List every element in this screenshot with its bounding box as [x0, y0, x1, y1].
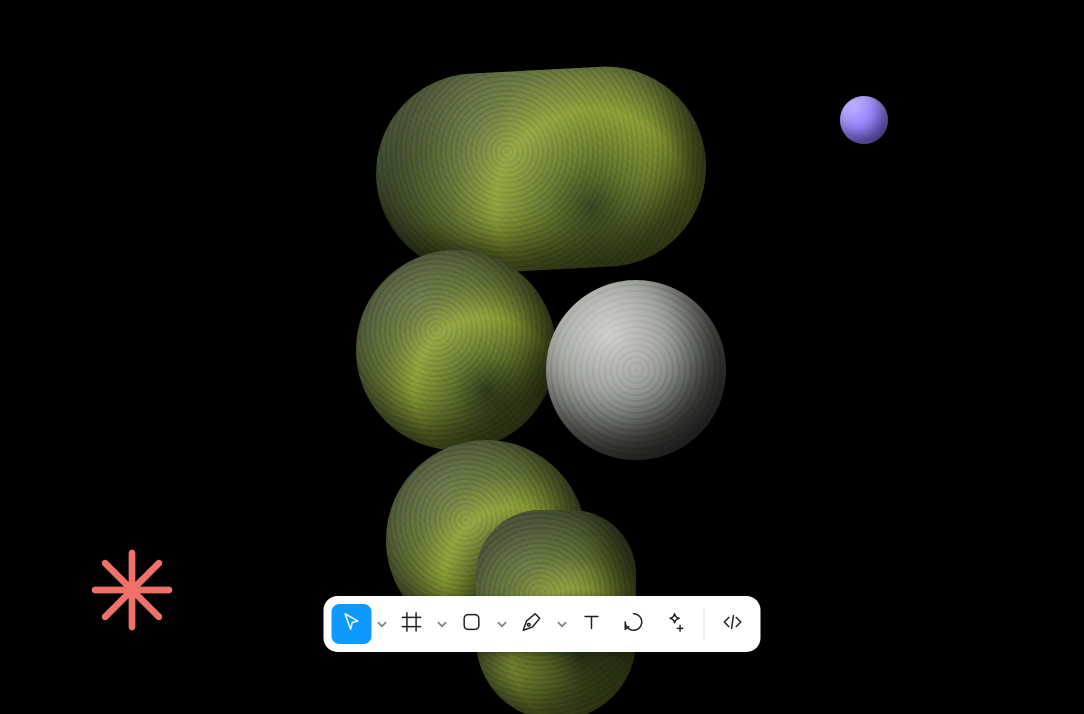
decorative-asterisk-icon [90, 548, 174, 632]
pen-tool-caret[interactable] [554, 604, 570, 644]
text-icon [581, 611, 603, 637]
move-tool-caret[interactable] [374, 604, 390, 644]
frame-tool-caret[interactable] [434, 604, 450, 644]
text-tool-button[interactable] [572, 604, 612, 644]
pen-icon [521, 611, 543, 637]
code-icon [722, 611, 744, 637]
frame-icon [401, 611, 423, 637]
shape-tool-button[interactable] [452, 604, 492, 644]
dev-mode-button[interactable] [713, 604, 753, 644]
cursor-icon [341, 611, 363, 637]
frame-tool-button[interactable] [392, 604, 432, 644]
sparkle-icon [665, 611, 687, 637]
design-toolbar [324, 596, 761, 652]
pen-tool-button[interactable] [512, 604, 552, 644]
actions-tool-button[interactable] [656, 604, 696, 644]
shape-tool-caret[interactable] [494, 604, 510, 644]
decorative-sphere [840, 96, 888, 144]
move-tool-button[interactable] [332, 604, 372, 644]
square-icon [461, 611, 483, 637]
comment-icon [623, 611, 645, 637]
toolbar-divider [704, 608, 705, 640]
comment-tool-button[interactable] [614, 604, 654, 644]
